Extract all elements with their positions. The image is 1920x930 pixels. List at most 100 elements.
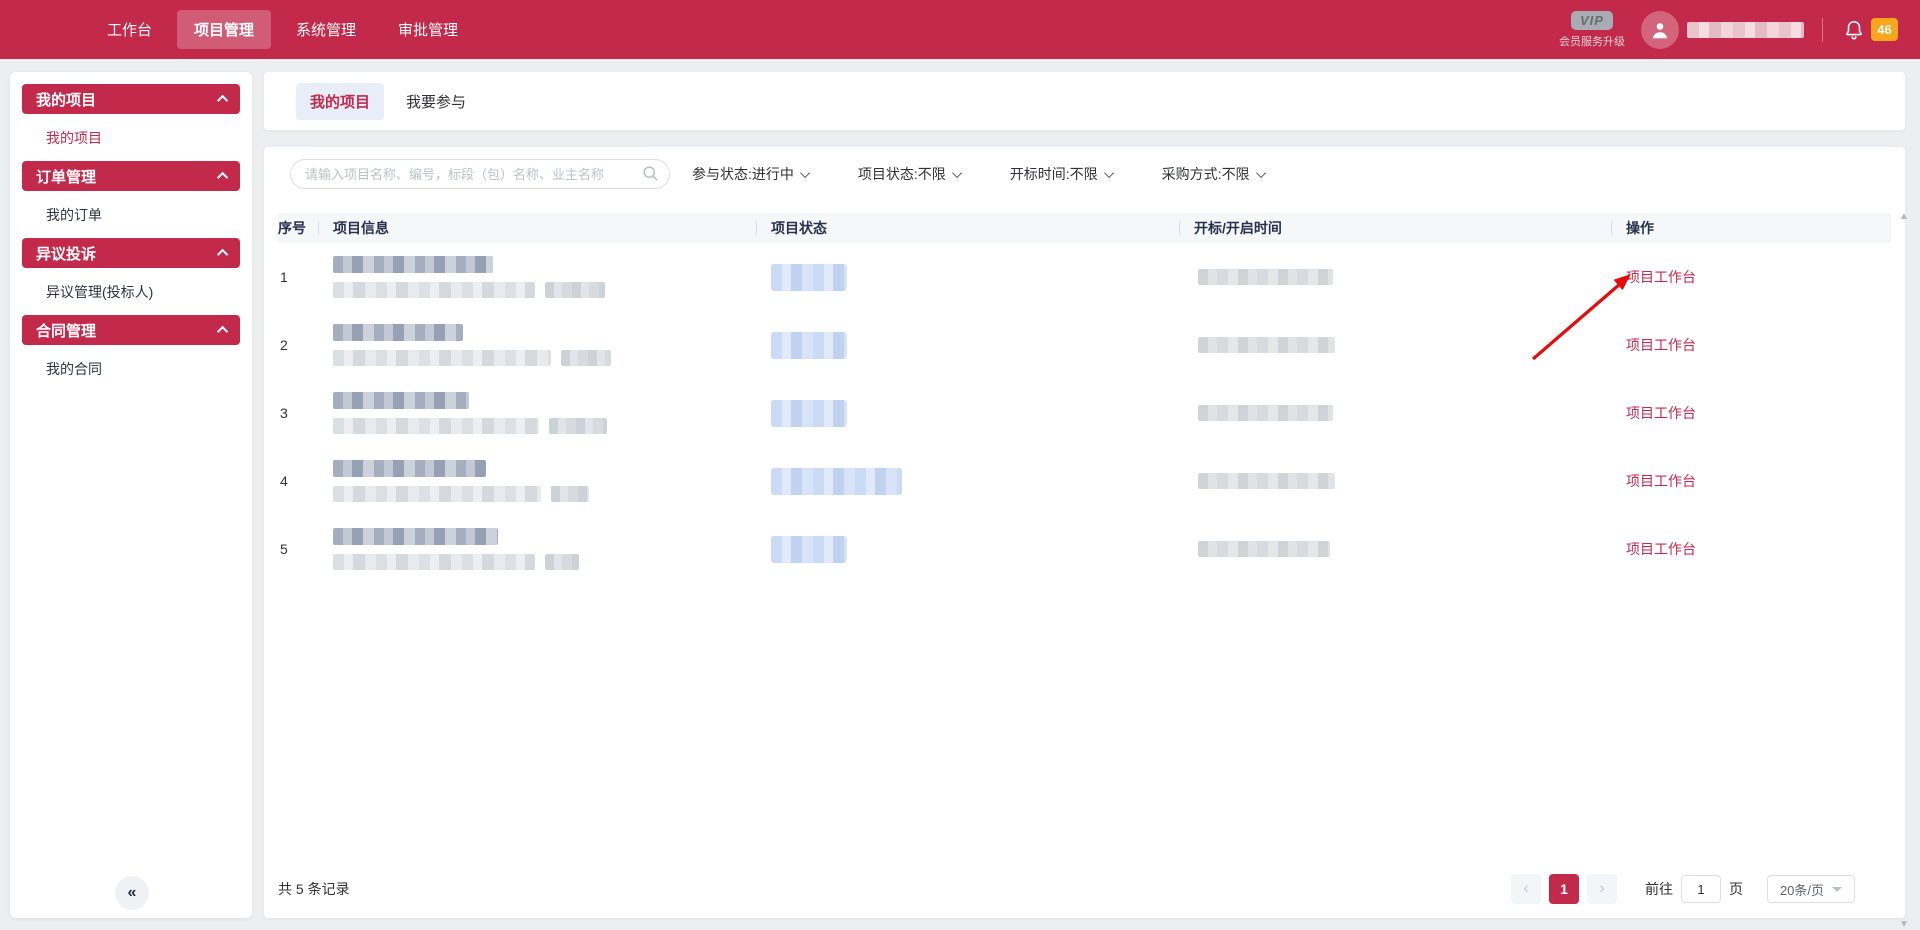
project-info-cell <box>318 528 756 570</box>
project-workbench-link[interactable]: 项目工作台 <box>1626 473 1696 489</box>
table-column-header: 项目信息 <box>318 213 756 243</box>
sidebar-group-items: 我的合同 <box>10 345 252 392</box>
filter-label: 采购方式: <box>1162 164 1222 184</box>
sidebar-item[interactable]: 我的合同 <box>10 345 252 392</box>
filter-value: 不限 <box>1070 164 1098 184</box>
table-row: 3 项目工作台 <box>278 379 1891 447</box>
project-workbench-link[interactable]: 项目工作台 <box>1626 269 1696 285</box>
open-time-redacted <box>1198 473 1335 489</box>
project-info-cell <box>318 256 756 298</box>
sidebar-group-title: 异议投诉 <box>36 243 96 264</box>
scroll-down-icon[interactable]: ▼ <box>1899 920 1909 930</box>
sidebar-collapse-button[interactable]: « <box>115 876 149 910</box>
filter-dropdown[interactable]: 参与状态: 进行中 <box>692 164 810 184</box>
bell-icon <box>1843 19 1865 41</box>
sidebar-group: 异议投诉 异议管理(投标人) <box>10 238 252 315</box>
sidebar-group: 我的项目 我的项目 <box>10 84 252 161</box>
sidebar-item[interactable]: 我的订单 <box>10 191 252 238</box>
filter-dropdown[interactable]: 项目状态:不限 <box>858 164 962 184</box>
row-index: 5 <box>278 541 318 557</box>
vip-icon: VIP <box>1571 11 1613 30</box>
sidebar-group-title: 合同管理 <box>36 320 96 341</box>
search-input-wrapper <box>290 159 670 189</box>
status-badge-redacted <box>771 332 847 359</box>
notifications-button[interactable]: 46 <box>1843 18 1898 41</box>
status-badge-redacted <box>771 264 847 291</box>
open-time-cell <box>1179 541 1611 557</box>
project-workbench-link[interactable]: 项目工作台 <box>1626 405 1696 421</box>
vip-upgrade[interactable]: VIP 会员服务升级 <box>1559 11 1625 49</box>
row-index: 1 <box>278 269 318 285</box>
sidebar: 我的项目 我的项目 订单管理 我的订单 异议投诉 异议管理(投标人) 合同管理 … <box>10 72 252 918</box>
sidebar-groups: 我的项目 我的项目 订单管理 我的订单 异议投诉 异议管理(投标人) 合同管理 … <box>10 84 252 392</box>
page-size-select[interactable]: 20条/页 <box>1767 875 1855 903</box>
project-workbench-link[interactable]: 项目工作台 <box>1626 541 1696 557</box>
next-page-button[interactable]: › <box>1587 874 1617 904</box>
pagination: ‹ 1 › 前往 页 20条/页 <box>1503 874 1855 904</box>
sidebar-group-header[interactable]: 异议投诉 <box>22 238 240 268</box>
sidebar-group-items: 我的项目 <box>10 114 252 161</box>
project-tag-redacted <box>549 418 607 434</box>
filters: 参与状态: 进行中 项目状态:不限 开标时间:不限 采购方式:不限 <box>692 164 1314 184</box>
nav-item[interactable]: 工作台 <box>90 10 169 49</box>
status-badge-redacted <box>771 536 847 563</box>
action-cell: 项目工作台 <box>1611 267 1891 287</box>
project-number-redacted <box>333 486 541 502</box>
goto-unit: 页 <box>1729 879 1743 899</box>
nav-item[interactable]: 项目管理 <box>177 10 271 49</box>
chevron-down-icon <box>1256 168 1266 178</box>
search-input[interactable] <box>290 159 670 189</box>
status-badge-redacted <box>771 400 847 427</box>
filter-label: 参与状态: <box>692 164 752 184</box>
project-name-redacted <box>333 256 493 273</box>
open-time-redacted <box>1198 541 1330 557</box>
project-name-redacted <box>333 460 486 477</box>
goto-page-input[interactable] <box>1681 875 1721 903</box>
row-index: 2 <box>278 337 318 353</box>
page-number-button[interactable]: 1 <box>1549 874 1579 904</box>
table-body: 1 项目工作台 2 <box>278 243 1891 583</box>
sidebar-group-header[interactable]: 订单管理 <box>22 161 240 191</box>
nav-item[interactable]: 审批管理 <box>381 10 475 49</box>
sidebar-group-header[interactable]: 合同管理 <box>22 315 240 345</box>
project-workbench-link[interactable]: 项目工作台 <box>1626 337 1696 353</box>
sidebar-group-items: 异议管理(投标人) <box>10 268 252 315</box>
prev-page-button[interactable]: ‹ <box>1511 874 1541 904</box>
divider <box>1822 18 1823 42</box>
user-menu[interactable] <box>1641 11 1804 49</box>
sidebar-group: 合同管理 我的合同 <box>10 315 252 392</box>
filter-dropdown[interactable]: 采购方式:不限 <box>1162 164 1266 184</box>
filter-value: 不限 <box>918 164 946 184</box>
user-icon <box>1649 19 1671 41</box>
filter-dropdown[interactable]: 开标时间:不限 <box>1010 164 1114 184</box>
chevron-down-icon <box>1832 887 1842 892</box>
action-cell: 项目工作台 <box>1611 335 1891 355</box>
scrollbar[interactable]: ▲ ▼ <box>1896 212 1912 930</box>
sidebar-item[interactable]: 异议管理(投标人) <box>10 268 252 315</box>
row-index: 4 <box>278 473 318 489</box>
table-header: 序号项目信息项目状态开标/开启时间操作 <box>278 213 1891 243</box>
chevron-up-icon <box>217 95 228 106</box>
project-number-redacted <box>333 418 539 434</box>
sidebar-item[interactable]: 我的项目 <box>10 114 252 161</box>
open-time-redacted <box>1198 405 1333 421</box>
sidebar-group-header[interactable]: 我的项目 <box>22 84 240 114</box>
scroll-up-icon[interactable]: ▲ <box>1899 212 1909 222</box>
table-row: 5 项目工作台 <box>278 515 1891 583</box>
open-time-cell <box>1179 269 1611 285</box>
goto-label: 前往 <box>1645 879 1673 899</box>
chevron-down-icon <box>800 168 810 178</box>
table-row: 2 项目工作台 <box>278 311 1891 379</box>
project-number-redacted <box>333 350 551 366</box>
table-footer: 共 5 条记录 ‹ 1 › 前往 页 20条/页 <box>278 874 1891 904</box>
nav-item[interactable]: 系统管理 <box>279 10 373 49</box>
open-time-redacted <box>1198 337 1335 353</box>
filter-label: 项目状态: <box>858 164 918 184</box>
tab[interactable]: 我要参与 <box>392 83 480 120</box>
action-cell: 项目工作台 <box>1611 471 1891 491</box>
tab[interactable]: 我的项目 <box>296 83 384 120</box>
project-number-redacted <box>333 282 535 298</box>
project-info-cell <box>318 392 756 434</box>
search-icon[interactable] <box>642 165 659 182</box>
table-column-header: 开标/开启时间 <box>1179 213 1611 243</box>
